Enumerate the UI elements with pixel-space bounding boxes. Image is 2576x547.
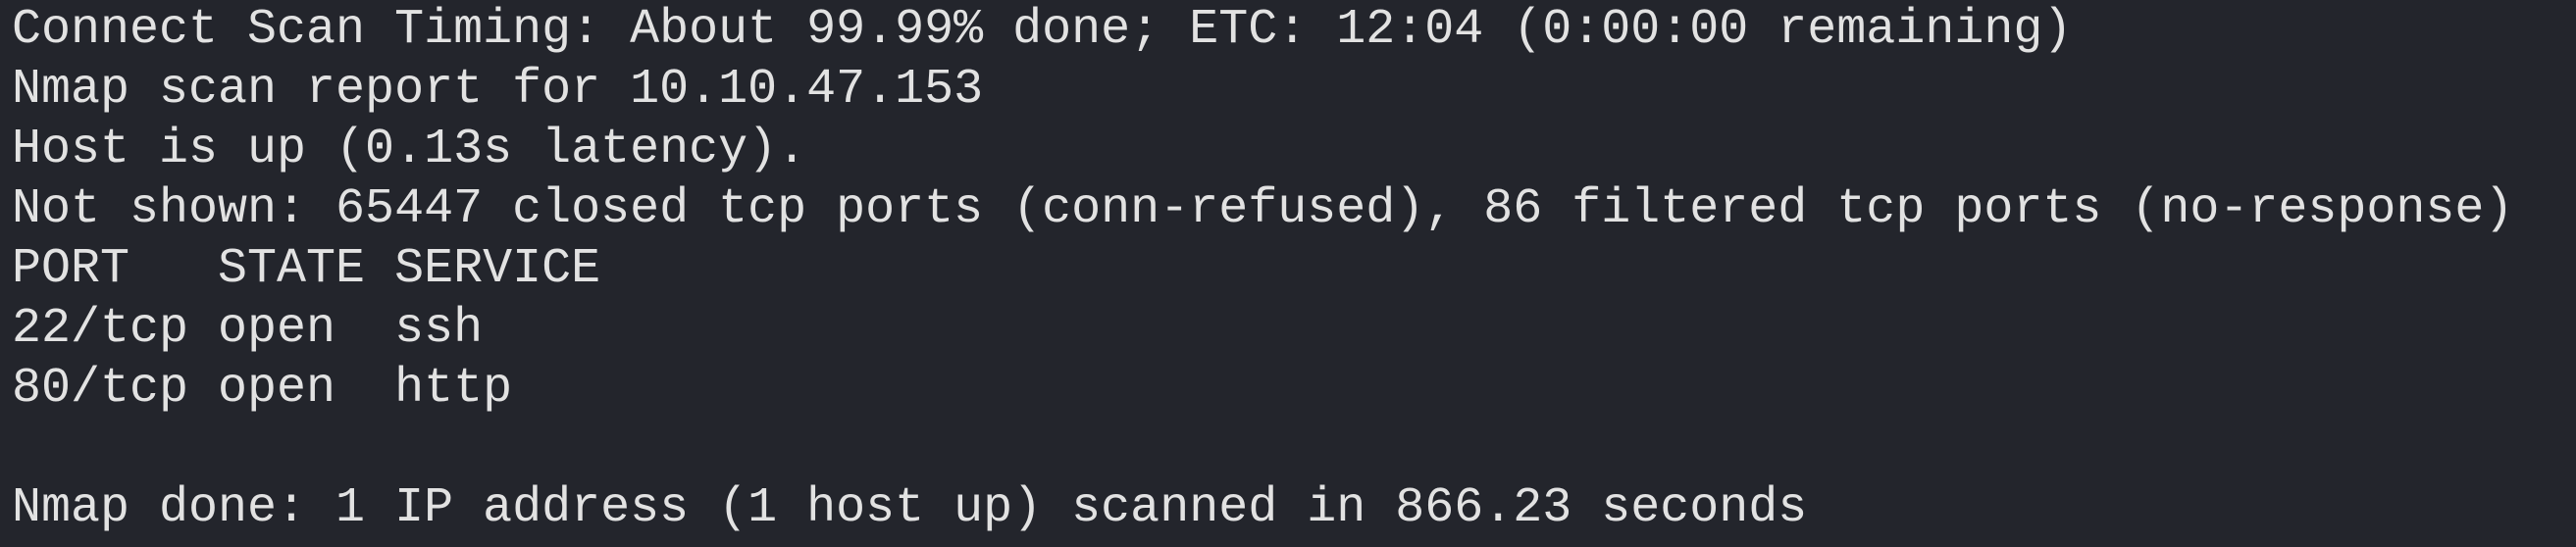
- scan-report-line: Nmap scan report for 10.10.47.153: [12, 62, 984, 118]
- host-status-line: Host is up (0.13s latency).: [12, 122, 807, 177]
- terminal-window[interactable]: Connect Scan Timing: About 99.99% done; …: [0, 0, 2576, 547]
- port-table-header: PORT STATE SERVICE: [12, 241, 601, 297]
- scan-done-line: Nmap done: 1 IP address (1 host up) scan…: [12, 480, 1808, 536]
- port-row-http: 80/tcp open http: [12, 361, 513, 417]
- port-row-ssh: 22/tcp open ssh: [12, 301, 484, 357]
- scan-timing-line: Connect Scan Timing: About 99.99% done; …: [12, 2, 2073, 58]
- not-shown-line: Not shown: 65447 closed tcp ports (conn-…: [12, 181, 2514, 237]
